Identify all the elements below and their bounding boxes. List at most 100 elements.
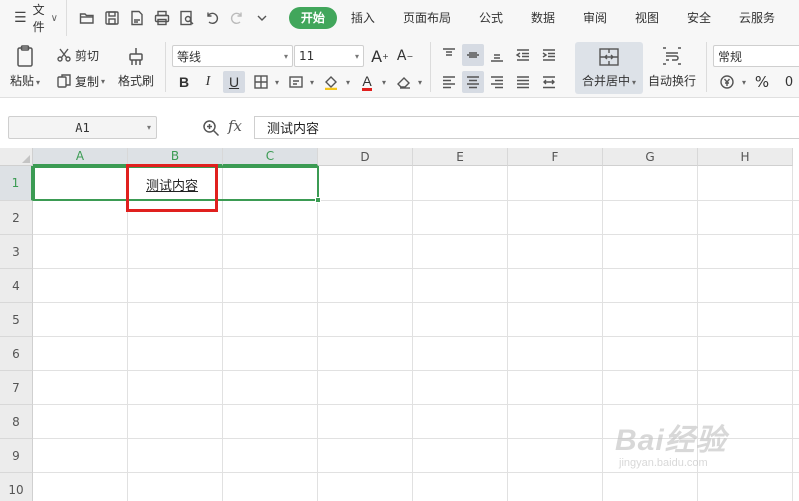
grid-column-line	[222, 166, 223, 501]
column-header-d[interactable]: D	[318, 148, 413, 166]
increase-indent-icon[interactable]	[538, 44, 560, 66]
font-name-select[interactable]: 等线 ▾	[172, 45, 293, 67]
tab-security[interactable]: 安全	[673, 7, 725, 29]
column-header-e[interactable]: E	[413, 148, 508, 166]
column-header-f[interactable]: F	[508, 148, 603, 166]
undo-icon[interactable]	[200, 6, 224, 30]
tab-data[interactable]: 数据	[517, 7, 569, 29]
chevron-down-icon: ▾	[101, 76, 106, 86]
justify-icon[interactable]	[512, 71, 534, 93]
save-icon[interactable]	[100, 6, 124, 30]
grid-column-line	[412, 166, 413, 501]
chevron-down-icon: ▾	[382, 78, 387, 87]
ribbon: 粘贴 ▾ 剪切 复制 ▾ 格式刷 等线 ▾ 11 ▾ A + A − B I U ▾ ▾ …	[0, 36, 799, 98]
grid-row-line	[33, 438, 799, 439]
decrease-indent-icon[interactable]	[512, 44, 534, 66]
cut-button[interactable]: 剪切	[56, 44, 99, 66]
spreadsheet-grid[interactable]: ABCDEFGH 1 2 3 4 5 6 7 8 9 10 测试内容	[0, 148, 799, 501]
grid-row-line	[33, 302, 799, 303]
font-color-icon[interactable]: A	[356, 71, 378, 93]
row-header-10[interactable]: 10	[0, 473, 33, 501]
chevron-down-icon: ▾	[354, 51, 359, 61]
row-header-9[interactable]: 9	[0, 439, 33, 473]
row-header-4[interactable]: 4	[0, 269, 33, 303]
fill-handle[interactable]	[315, 197, 321, 203]
print-icon[interactable]	[150, 6, 174, 30]
percent-button[interactable]: %	[751, 71, 773, 93]
column-header-c[interactable]: C	[223, 148, 318, 166]
tab-view[interactable]: 视图	[621, 7, 673, 29]
zoom-search-icon[interactable]	[202, 119, 220, 137]
tab-formulas[interactable]: 公式	[465, 7, 517, 29]
format-painter-button[interactable]: 格式刷	[118, 42, 154, 89]
align-middle-icon[interactable]	[462, 44, 484, 66]
row-header-1[interactable]: 1	[0, 166, 33, 201]
file-menu-label: 文件	[32, 3, 45, 34]
divider	[706, 42, 707, 92]
row-header-8[interactable]: 8	[0, 405, 33, 439]
wrap-text-icon	[658, 42, 686, 70]
open-folder-icon[interactable]	[75, 6, 99, 30]
tab-home[interactable]: 开始	[288, 7, 337, 29]
borders-icon[interactable]	[250, 71, 272, 93]
menu-bar: ☰ 文件 ∨ 开始 插入 页面布局 公式 数据 审阅 视图 安全 云服务 百	[0, 0, 799, 36]
insert-function-button[interactable]: fx	[228, 117, 242, 135]
tab-cloud-service[interactable]: 云服务	[725, 7, 789, 29]
merge-center-button[interactable]: 合并居中 ▾	[575, 42, 643, 94]
export-pdf-icon[interactable]	[125, 6, 149, 30]
bold-button[interactable]: B	[173, 71, 195, 93]
comma-style-button[interactable]: 0	[778, 71, 799, 93]
chevron-down-icon: ▾	[418, 78, 423, 87]
column-header-b[interactable]: B	[128, 148, 223, 166]
distributed-align-icon[interactable]	[538, 71, 560, 93]
tab-more[interactable]: 百	[789, 7, 799, 29]
number-format-select[interactable]: 常规	[713, 45, 799, 67]
ribbon-tabs: 开始 插入 页面布局 公式 数据 审阅 视图 安全 云服务 百	[288, 0, 799, 36]
eraser-icon[interactable]	[393, 71, 415, 93]
align-bottom-icon[interactable]	[486, 44, 508, 66]
font-size-select[interactable]: 11 ▾	[294, 45, 364, 67]
paintbrush-icon	[122, 42, 150, 70]
tab-insert[interactable]: 插入	[337, 7, 389, 29]
underline-button[interactable]: U	[223, 71, 245, 93]
row-header-6[interactable]: 6	[0, 337, 33, 371]
tab-page-layout[interactable]: 页面布局	[389, 7, 465, 29]
fill-color-icon[interactable]	[320, 71, 342, 93]
grid-row-line	[33, 268, 799, 269]
align-left-icon[interactable]	[438, 71, 460, 93]
align-center-icon[interactable]	[462, 71, 484, 93]
italic-button[interactable]: I	[197, 71, 219, 93]
column-header-g[interactable]: G	[603, 148, 698, 166]
redo-icon[interactable]	[225, 6, 249, 30]
decrease-font-size-icon[interactable]: A −	[394, 45, 416, 67]
wrap-text-button[interactable]: 自动换行	[648, 42, 696, 89]
chevron-down-icon: ▾	[632, 78, 637, 87]
chevron-down-icon: ∨	[50, 12, 58, 24]
formula-input[interactable]: 测试内容	[254, 116, 799, 139]
row-header-2[interactable]: 2	[0, 201, 33, 235]
print-preview-icon[interactable]	[175, 6, 199, 30]
name-box[interactable]: A1 ▾	[8, 116, 157, 139]
align-right-icon[interactable]	[486, 71, 508, 93]
tab-review[interactable]: 审阅	[569, 7, 621, 29]
align-top-icon[interactable]	[438, 44, 460, 66]
row-header-3[interactable]: 3	[0, 235, 33, 269]
customize-toolbar-icon[interactable]	[250, 6, 274, 30]
currency-icon[interactable]	[716, 71, 738, 93]
file-menu[interactable]: ☰ 文件 ∨	[0, 0, 66, 36]
increase-font-size-icon[interactable]: A +	[369, 45, 391, 67]
row-header-5[interactable]: 5	[0, 303, 33, 337]
clipboard-icon	[11, 42, 39, 70]
column-header-a[interactable]: A	[33, 148, 128, 166]
paste-button[interactable]: 粘贴 ▾	[10, 42, 40, 89]
grid-column-line	[127, 166, 128, 501]
cell-style-icon[interactable]	[285, 71, 307, 93]
chevron-down-icon: ▾	[146, 123, 151, 132]
column-header-h[interactable]: H	[698, 148, 793, 166]
copy-button[interactable]: 复制 ▾	[56, 70, 105, 92]
cell-a1-text[interactable]: 测试内容	[146, 175, 198, 194]
chevron-down-icon: ▾	[283, 51, 288, 61]
grid-column-line	[602, 166, 603, 501]
select-all-button[interactable]	[0, 148, 33, 166]
row-header-7[interactable]: 7	[0, 371, 33, 405]
